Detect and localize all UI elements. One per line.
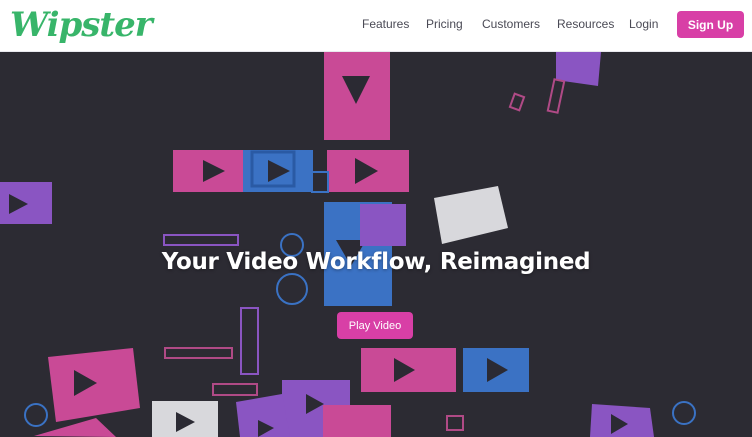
outline-frame (508, 92, 526, 112)
outline-frame (163, 234, 239, 246)
outline-frame (546, 78, 566, 114)
outline-frame (240, 307, 259, 375)
video-tile-purple (590, 404, 654, 437)
video-tile-purple (360, 204, 406, 246)
animated-video-tiles-background (0, 52, 696, 437)
nav-link-customers[interactable]: Customers (482, 17, 540, 31)
play-video-button[interactable]: Play Video (337, 312, 413, 339)
outline-circle (24, 403, 48, 427)
video-tile-pink (361, 348, 456, 392)
outline-frame (164, 347, 233, 359)
nav-link-resources[interactable]: Resources (557, 17, 614, 31)
video-tile-pink (48, 348, 140, 422)
top-navigation-bar: Wipster Features Pricing Customers Resou… (0, 0, 752, 52)
wipster-logo[interactable]: Wipster (10, 5, 153, 45)
video-tile-pink (324, 52, 390, 140)
hero-headline: Your Video Workflow, Reimagined (161, 249, 591, 275)
outline-circle (672, 401, 696, 425)
video-tile-purple (236, 394, 290, 437)
video-tile-blue (463, 348, 529, 392)
nav-link-pricing[interactable]: Pricing (426, 17, 463, 31)
video-tile-grey (434, 186, 508, 244)
outline-frame (212, 383, 258, 396)
nav-link-features[interactable]: Features (362, 17, 409, 31)
video-tile-pink (173, 150, 243, 192)
video-tile-purple (0, 182, 52, 224)
nav-link-login[interactable]: Login (629, 17, 658, 31)
outline-circle (276, 273, 308, 305)
outline-frame (311, 171, 329, 193)
video-tile-pink (327, 150, 409, 192)
sign-up-button[interactable]: Sign Up (677, 11, 744, 38)
hero-section: Your Video Workflow, Reimagined Play Vid… (0, 52, 752, 437)
outline-frame (446, 415, 464, 431)
video-tile-grey (152, 401, 218, 437)
video-tile-pink (323, 405, 391, 437)
